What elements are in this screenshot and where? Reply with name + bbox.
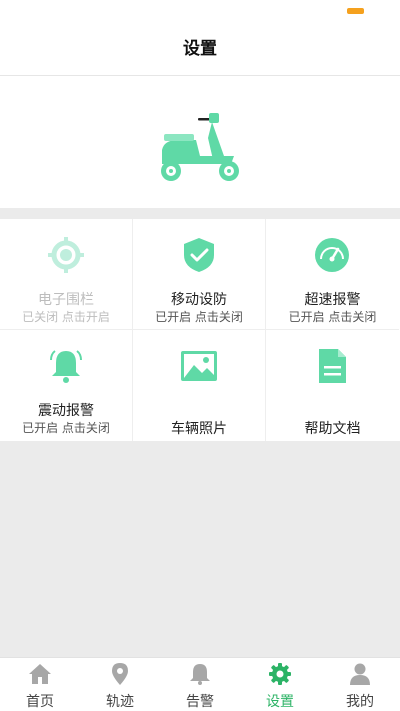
tab-home-label: 首页	[26, 694, 54, 710]
vehicle-photos-tile[interactable]: 车辆照片	[133, 330, 266, 441]
vibration-alarm-tile[interactable]: 震动报警 已开启 点击关闭	[0, 330, 133, 441]
shield-check-icon	[184, 238, 214, 272]
geofence-status: 已关闭 点击开启	[22, 310, 110, 324]
speedometer-icon	[315, 238, 349, 272]
tab-settings[interactable]: 设置	[240, 658, 320, 711]
image-icon	[181, 351, 217, 381]
bell-icon	[50, 350, 82, 383]
page-title: 设置	[183, 39, 217, 59]
motion-guard-tile[interactable]: 移动设防 已开启 点击关闭	[133, 219, 266, 330]
user-icon	[350, 663, 370, 685]
tab-profile[interactable]: 我的	[320, 658, 400, 711]
overspeed-alarm-tile[interactable]: 超速报警 已开启 点击关闭	[266, 219, 399, 330]
gear-icon	[269, 663, 291, 685]
tab-track[interactable]: 轨迹	[80, 658, 160, 711]
overspeed-alarm-status: 已开启 点击关闭	[288, 310, 377, 324]
motion-guard-label: 移动设防	[171, 292, 227, 308]
bell-icon	[190, 664, 210, 685]
home-icon	[29, 664, 51, 684]
tab-settings-label: 设置	[266, 694, 294, 710]
status-bar	[0, 0, 400, 22]
motion-guard-status: 已开启 点击关闭	[155, 310, 243, 324]
vibration-alarm-status: 已开启 点击关闭	[22, 421, 110, 435]
tab-alerts[interactable]: 告警	[160, 658, 240, 711]
geofence-label: 电子围栏	[38, 292, 94, 308]
tab-track-label: 轨迹	[106, 694, 134, 710]
tab-alerts-label: 告警	[186, 694, 214, 710]
battery-icon	[347, 8, 364, 14]
header: 设置	[0, 22, 400, 76]
scooter-banner	[0, 76, 400, 208]
vehicle-photos-label: 车辆照片	[171, 421, 227, 437]
scooter-icon	[161, 113, 239, 181]
bottom-tab-bar: 首页 轨迹 告警 设置 我的	[0, 657, 400, 711]
document-icon	[319, 349, 346, 383]
settings-grid: 电子围栏 已关闭 点击开启 移动设防 已开启 点击关闭 超速报警 已开启 点击关…	[0, 219, 400, 441]
geofence-tile[interactable]: 电子围栏 已关闭 点击开启	[0, 219, 133, 330]
help-docs-label: 帮助文档	[304, 421, 361, 437]
vibration-alarm-label: 震动报警	[38, 403, 94, 419]
help-docs-tile[interactable]: 帮助文档	[266, 330, 399, 441]
location-pin-icon	[112, 663, 128, 685]
tab-profile-label: 我的	[346, 694, 374, 710]
overspeed-alarm-label: 超速报警	[304, 292, 361, 308]
tab-home[interactable]: 首页	[0, 658, 80, 711]
geofence-icon	[48, 237, 84, 273]
